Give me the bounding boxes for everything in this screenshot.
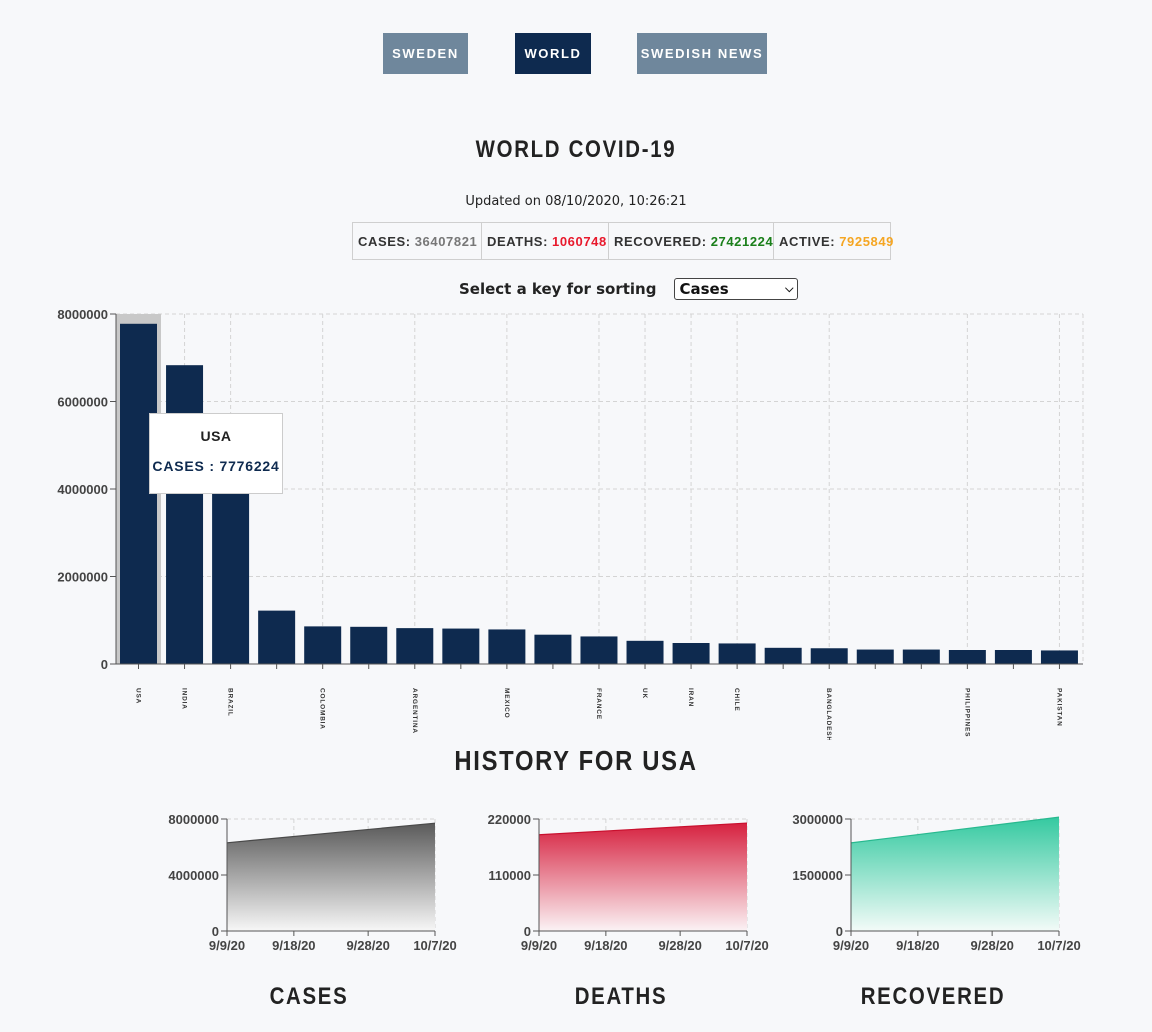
bar xyxy=(902,649,940,664)
area-fill xyxy=(227,823,435,931)
area-line xyxy=(226,822,436,844)
x-tick-label: USA xyxy=(135,688,142,704)
x-tick-label: BANGLADESH xyxy=(825,688,832,740)
x-tick-label: 9/18/20 xyxy=(272,938,315,953)
x-tick-label: 10/7/20 xyxy=(413,938,456,953)
stat-deaths-label: DEATHS: xyxy=(487,233,549,249)
x-tick-label: UK xyxy=(641,688,648,699)
chevron-down-icon: ⌵ xyxy=(785,282,794,295)
area-line xyxy=(850,816,1060,844)
stat-active: ACTIVE: 7925849 xyxy=(774,223,897,259)
bar xyxy=(764,647,802,664)
y-tick-label: 2000000 xyxy=(57,570,108,585)
sort-row: Select a key for sorting Cases ⌵ xyxy=(459,278,799,300)
x-tick-label: 10/7/20 xyxy=(1037,938,1080,953)
y-tick-label: 8000000 xyxy=(168,812,219,827)
x-tick-label: IRAN xyxy=(687,688,694,707)
y-tick-label: 4000000 xyxy=(168,868,219,883)
bar xyxy=(442,628,480,664)
y-tick-label: 0 xyxy=(212,924,219,939)
y-tick-label: 0 xyxy=(524,924,531,939)
area-fill xyxy=(851,817,1059,931)
bar xyxy=(580,636,618,664)
page-title: WORLD COVID-19 xyxy=(475,136,677,163)
tooltip-value: CASES : 7776224 xyxy=(152,458,280,474)
y-tick-label: 0 xyxy=(836,924,843,939)
x-tick-label: PAKISTAN xyxy=(1055,688,1062,727)
stat-deaths: DEATHS: 1060748 xyxy=(482,223,609,259)
sort-key-select[interactable]: Cases ⌵ xyxy=(674,278,799,300)
bar xyxy=(166,365,204,664)
stat-recovered: RECOVERED: 27421224 xyxy=(609,223,774,259)
stat-active-label: ACTIVE: xyxy=(779,233,836,249)
y-tick-label: 220000 xyxy=(488,812,531,827)
bar xyxy=(1040,650,1078,664)
y-tick-label: 4000000 xyxy=(57,482,108,497)
history-title: HISTORY FOR USA xyxy=(454,745,698,776)
bar xyxy=(994,650,1032,664)
x-tick-label: MEXICO xyxy=(503,688,510,718)
bar xyxy=(718,643,756,664)
x-tick-label: 9/9/20 xyxy=(521,938,557,953)
mini-title-deaths: DEATHS xyxy=(574,983,668,1010)
x-tick-label: 9/9/20 xyxy=(833,938,869,953)
bar xyxy=(672,643,710,664)
bar xyxy=(396,628,434,664)
x-tick-label: 9/28/20 xyxy=(658,938,701,953)
x-tick-label: CHILE xyxy=(733,688,740,712)
y-tick-label: 1500000 xyxy=(792,868,843,883)
y-tick-label: 110000 xyxy=(488,868,531,883)
x-tick-label: COLOMBIA xyxy=(319,688,326,730)
stat-cases-label: CASES: xyxy=(358,233,411,249)
y-tick-label: 6000000 xyxy=(57,395,108,410)
stat-active-value: 7925849 xyxy=(839,233,895,249)
nav-swedish-news-button[interactable]: SWEDISH NEWS xyxy=(637,33,767,74)
y-tick-label: 3000000 xyxy=(792,812,843,827)
tooltip-country: USA xyxy=(200,428,232,444)
sort-label: Select a key for sorting xyxy=(459,280,657,298)
x-tick-label: 9/18/20 xyxy=(896,938,939,953)
stat-recovered-label: RECOVERED: xyxy=(614,233,707,249)
mini-title-cases: CASES xyxy=(269,983,349,1010)
bar xyxy=(856,649,894,664)
bar xyxy=(626,640,664,664)
x-tick-label: PHILIPPINES xyxy=(963,688,970,737)
y-tick-label: 0 xyxy=(101,657,108,672)
x-tick-label: 9/18/20 xyxy=(584,938,627,953)
sort-selected-value: Cases xyxy=(679,280,729,298)
bar-tooltip: USA CASES : 7776224 xyxy=(149,413,283,494)
stat-deaths-value: 1060748 xyxy=(552,233,607,249)
world-bar-chart: 0 2000000 4000000 6000000 8000000 USA INDIA BRA… xyxy=(57,307,1084,740)
stats-bar: CASES: 36407821 DEATHS: 1060748 RECOVERE… xyxy=(352,222,893,260)
mini-title-recovered: RECOVERED xyxy=(860,983,1006,1010)
area-fill xyxy=(539,823,747,931)
x-tick-label: 10/7/20 xyxy=(725,938,768,953)
updated-timestamp: Updated on 08/10/2020, 10:26:21 xyxy=(465,194,687,209)
x-tick-label: 9/28/20 xyxy=(346,938,389,953)
y-tick-label: 8000000 xyxy=(57,307,108,322)
x-tick-label: ARGENTINA xyxy=(411,688,418,734)
stat-cases-value: 36407821 xyxy=(414,233,478,249)
nav-sweden-button[interactable]: SWEDEN xyxy=(383,33,468,74)
bar xyxy=(948,650,986,664)
bar xyxy=(350,626,388,664)
x-tick-label: INDIA xyxy=(181,688,188,710)
x-tick-label: 9/9/20 xyxy=(209,938,245,953)
bar xyxy=(534,634,572,664)
bar xyxy=(810,648,848,664)
nav-world-button[interactable]: WORLD xyxy=(515,33,591,74)
bar xyxy=(258,610,296,664)
area-line xyxy=(538,822,748,836)
bar xyxy=(488,629,526,664)
stat-cases: CASES: 36407821 xyxy=(353,223,482,259)
x-tick-label: FRANCE xyxy=(595,688,602,720)
x-tick-label: 9/28/20 xyxy=(970,938,1013,953)
bar xyxy=(304,626,342,664)
x-tick-label: BRAZIL xyxy=(227,688,234,717)
stat-recovered-value: 27421224 xyxy=(710,233,774,249)
